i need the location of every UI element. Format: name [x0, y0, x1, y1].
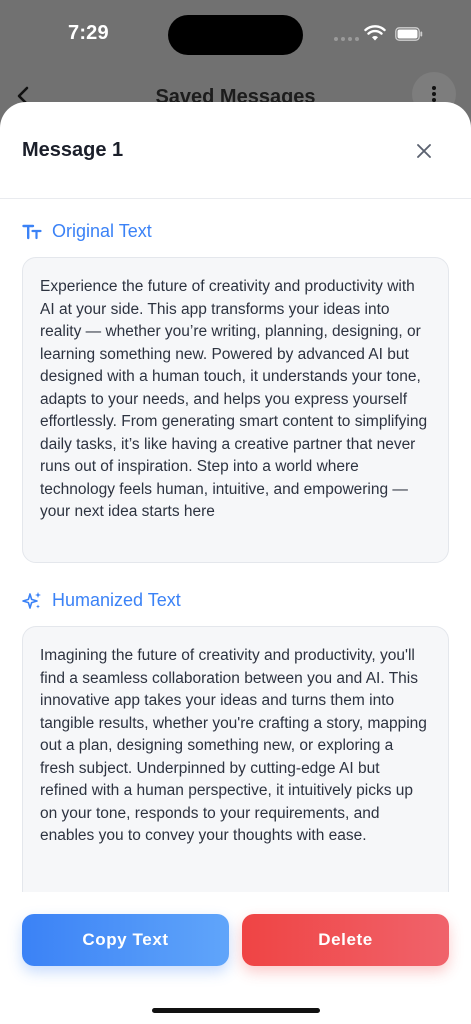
status-bar: 7:29	[0, 0, 471, 70]
status-time: 7:29	[68, 22, 109, 44]
humanized-text-heading: Humanized Text	[22, 590, 181, 611]
sparkles-icon	[22, 591, 41, 609]
sheet-title: Message 1	[22, 139, 124, 161]
copy-text-button[interactable]: Copy Text	[22, 914, 229, 966]
message-detail-sheet: Message 1 Original Text Experience the f…	[0, 102, 471, 1024]
original-text-label: Original Text	[52, 221, 152, 241]
humanized-text-card: Imagining the future of creativity and p…	[22, 626, 449, 926]
home-indicator	[152, 1008, 320, 1013]
original-text-card: Experience the future of creativity and …	[22, 257, 449, 563]
humanized-text-label: Humanized Text	[52, 590, 181, 610]
cellular-signal-icon	[334, 37, 359, 41]
original-text-heading: Original Text	[22, 221, 152, 242]
sheet-header: Message 1	[0, 102, 471, 199]
dynamic-island	[168, 15, 303, 55]
wifi-icon	[364, 25, 386, 41]
close-icon[interactable]	[408, 135, 440, 167]
battery-icon	[395, 27, 423, 41]
text-size-icon	[22, 224, 42, 239]
delete-button[interactable]: Delete	[242, 914, 449, 966]
